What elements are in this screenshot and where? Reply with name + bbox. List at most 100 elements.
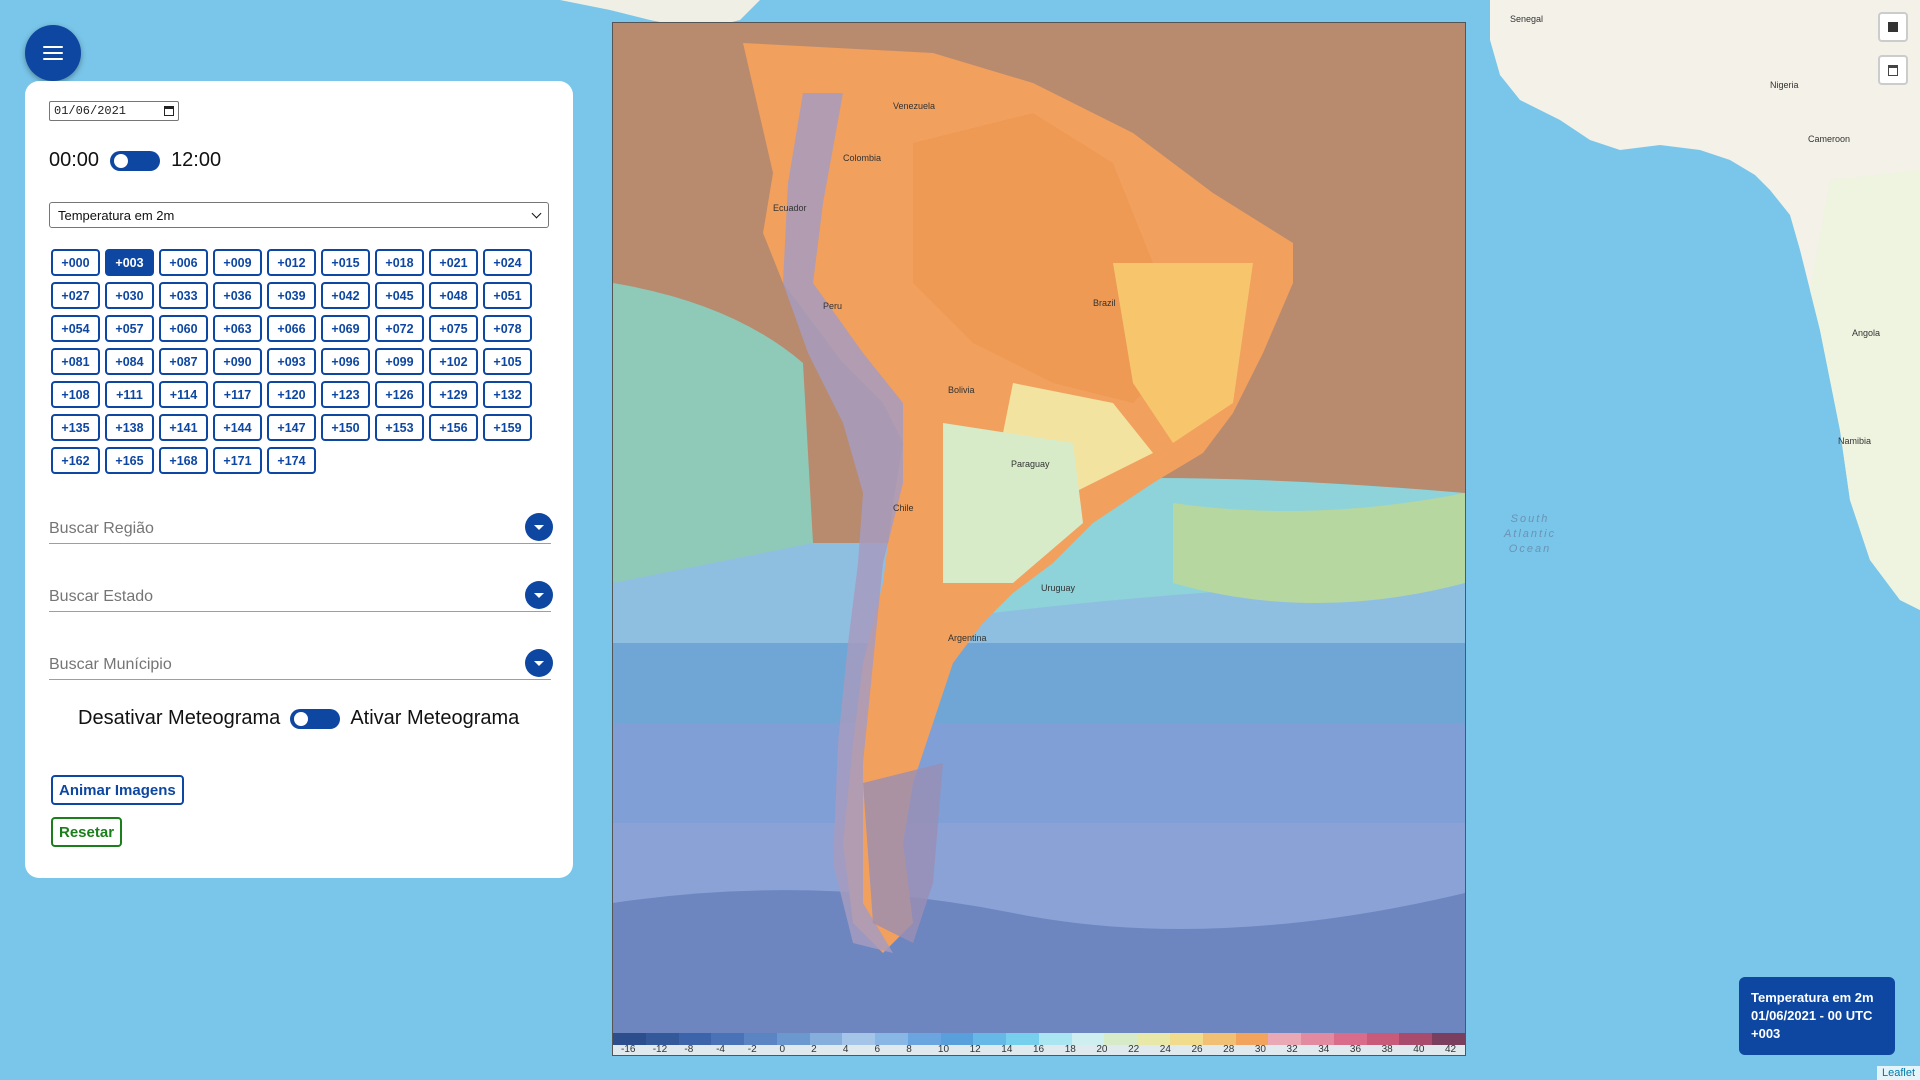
label-cameroon: Cameroon (1808, 134, 1851, 144)
draw-rectangle-button[interactable] (1878, 12, 1908, 42)
hour-button[interactable]: +090 (213, 348, 262, 375)
label-namibia: Namibia (1838, 436, 1872, 446)
hour-button[interactable]: +132 (483, 381, 532, 408)
date-value: 01/06/2021 (54, 104, 127, 118)
hour-button[interactable]: +141 (159, 414, 208, 441)
hour-button[interactable]: +171 (213, 447, 262, 474)
meteogram-toggle[interactable] (290, 708, 341, 729)
hour-button[interactable]: +024 (483, 249, 532, 276)
hour-button[interactable]: +030 (105, 282, 154, 309)
colorbar-tick-label: 42 (1445, 1044, 1457, 1055)
colorbar-tick-label: 20 (1096, 1044, 1108, 1055)
search-state-field[interactable]: Buscar Estado (49, 581, 553, 612)
hour-button[interactable]: +135 (51, 414, 100, 441)
hour-button[interactable]: +015 (321, 249, 370, 276)
dropdown-region-button[interactable] (525, 513, 553, 541)
product-select[interactable]: Temperatura em 2m (49, 202, 549, 228)
leaflet-attribution-link[interactable]: Leaflet (1876, 1066, 1920, 1080)
hour-button[interactable]: +096 (321, 348, 370, 375)
search-region-field[interactable]: Buscar Região (49, 513, 553, 544)
hour-button[interactable]: +006 (159, 249, 208, 276)
menu-icon (43, 46, 63, 60)
hour-button[interactable]: +174 (267, 447, 316, 474)
hour-button[interactable]: +081 (51, 348, 100, 375)
hour-button[interactable]: +105 (483, 348, 532, 375)
hour-button[interactable]: +042 (321, 282, 370, 309)
colorbar-tick-label: 24 (1159, 1044, 1171, 1055)
colorbar-tick-label: 40 (1413, 1044, 1425, 1055)
hour-button[interactable]: +168 (159, 447, 208, 474)
hour-button[interactable]: +087 (159, 348, 208, 375)
hour-button[interactable]: +165 (105, 447, 154, 474)
hour-button[interactable]: +000 (51, 249, 100, 276)
hour-button[interactable]: +117 (213, 381, 262, 408)
dropdown-city-button[interactable] (525, 649, 553, 677)
date-input[interactable]: 01/06/2021 (49, 101, 179, 121)
hour-button[interactable]: +069 (321, 315, 370, 342)
hour-button[interactable]: +114 (159, 381, 208, 408)
hour-button[interactable]: +108 (51, 381, 100, 408)
hour-button[interactable]: +012 (267, 249, 316, 276)
calendar-icon[interactable] (164, 106, 174, 116)
hour-button[interactable]: +123 (321, 381, 370, 408)
time-toggle[interactable] (110, 150, 161, 171)
hour-button[interactable]: +078 (483, 315, 532, 342)
hour-button[interactable]: +156 (429, 414, 478, 441)
hour-button[interactable]: +051 (483, 282, 532, 309)
hour-button[interactable]: +063 (213, 315, 262, 342)
hour-button[interactable]: +129 (429, 381, 478, 408)
hour-button[interactable]: +048 (429, 282, 478, 309)
label-venezuela: Venezuela (893, 101, 936, 111)
label-paraguay: Paraguay (1011, 459, 1050, 469)
menu-button[interactable] (25, 25, 81, 81)
hour-button[interactable]: +126 (375, 381, 424, 408)
colorbar-tick-label: -8 (684, 1044, 694, 1055)
hour-button[interactable]: +084 (105, 348, 154, 375)
hour-button[interactable]: +039 (267, 282, 316, 309)
hour-button[interactable]: +093 (267, 348, 316, 375)
hour-button[interactable]: +003 (105, 249, 154, 276)
hour-button[interactable]: +111 (105, 381, 154, 408)
control-panel: 01/06/2021 00:00 12:00 Temperatura em 2m… (25, 81, 573, 878)
hour-button[interactable]: +036 (213, 282, 262, 309)
colorbar-tick-label: -4 (716, 1044, 725, 1055)
hour-button[interactable]: +153 (375, 414, 424, 441)
hour-button[interactable]: +066 (267, 315, 316, 342)
info-product: Temperatura em 2m (1751, 990, 1874, 1005)
hour-button[interactable]: +060 (159, 315, 208, 342)
hour-button[interactable]: +102 (429, 348, 478, 375)
reset-button[interactable]: Resetar (51, 817, 123, 847)
hour-button[interactable]: +075 (429, 315, 478, 342)
hour-button[interactable]: +159 (483, 414, 532, 441)
label-angola: Angola (1852, 328, 1881, 338)
hour-button[interactable]: +021 (429, 249, 478, 276)
delete-layers-button[interactable] (1878, 55, 1908, 85)
hour-button[interactable]: +150 (321, 414, 370, 441)
hour-button[interactable]: +162 (51, 447, 100, 474)
toggle-knob (294, 711, 309, 726)
hour-button[interactable]: +099 (375, 348, 424, 375)
hour-button[interactable]: +045 (375, 282, 424, 309)
hour-button[interactable]: +120 (267, 381, 316, 408)
hour-button[interactable]: +144 (213, 414, 262, 441)
animate-images-button[interactable]: Animar Imagens (51, 775, 184, 805)
hour-button[interactable]: +009 (213, 249, 262, 276)
search-city-field[interactable]: Buscar Munícipio (49, 649, 553, 680)
colorbar-tick-label: 38 (1381, 1044, 1393, 1055)
hour-button[interactable]: +057 (105, 315, 154, 342)
label-uruguay: Uruguay (1041, 583, 1076, 593)
hour-button[interactable]: +072 (375, 315, 424, 342)
hour-button[interactable]: +054 (51, 315, 100, 342)
hour-button[interactable]: +033 (159, 282, 208, 309)
hour-button[interactable]: +027 (51, 282, 100, 309)
colorbar-tick-label: 28 (1223, 1044, 1235, 1055)
caret-down-icon (534, 592, 544, 598)
label-peru: Peru (823, 301, 843, 311)
hour-button[interactable]: +147 (267, 414, 316, 441)
hour-button[interactable]: +018 (375, 249, 424, 276)
meteogram-on-label: Ativar Meteograma (350, 707, 520, 729)
trash-icon (1888, 64, 1898, 76)
caret-down-icon (534, 660, 544, 666)
hour-button[interactable]: +138 (105, 414, 154, 441)
dropdown-state-button[interactable] (525, 581, 553, 609)
